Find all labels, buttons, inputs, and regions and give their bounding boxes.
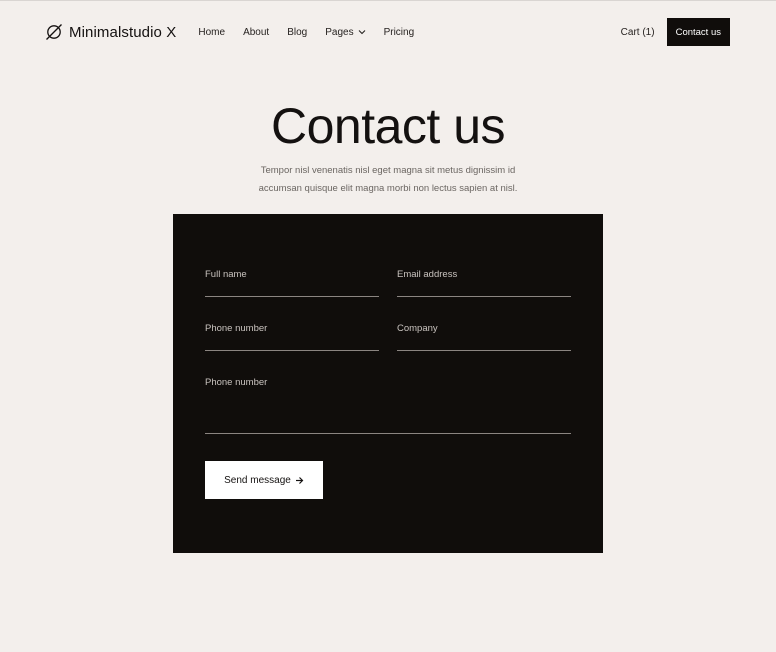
nav-home[interactable]: Home [198, 27, 225, 38]
main-nav: Home About Blog Pages Pricing [198, 27, 414, 38]
site-header: Minimalstudio X Home About Blog Pages Pr… [45, 18, 730, 46]
message-field[interactable]: Phone number [205, 377, 571, 434]
company-label: Company [397, 323, 438, 334]
phone-field[interactable]: Phone number [205, 323, 379, 351]
cart-link[interactable]: Cart (1) [621, 27, 655, 38]
contact-form: Full name Email address Phone number Com… [173, 214, 603, 553]
nav-pricing[interactable]: Pricing [384, 27, 415, 38]
phone-label: Phone number [205, 323, 268, 334]
company-field[interactable]: Company [397, 323, 571, 351]
email-label: Email address [397, 269, 458, 280]
company-input[interactable] [397, 337, 571, 348]
description-line-2: accumsan quisque elit magna morbi non le… [258, 182, 518, 194]
send-message-button[interactable]: Send message [205, 461, 323, 499]
nav-pages-label: Pages [325, 26, 354, 38]
send-message-label: Send message [224, 474, 291, 486]
email-input[interactable] [397, 283, 571, 294]
brand-name: Minimalstudio X [69, 23, 177, 41]
page-title: Contact us [270, 98, 506, 154]
phone-input[interactable] [205, 337, 379, 348]
page-description: Tempor nisl venenatis nisl eget magna si… [238, 162, 538, 197]
full-name-field[interactable]: Full name [205, 269, 379, 297]
chevron-down-icon [358, 28, 366, 36]
description-line-1: Tempor nisl venenatis nisl eget magna si… [260, 165, 516, 176]
contact-page: Minimalstudio X Home About Blog Pages Pr… [0, 0, 776, 652]
nav-about[interactable]: About [243, 27, 269, 38]
nav-pages[interactable]: Pages [325, 27, 365, 38]
full-name-label: Full name [205, 269, 247, 280]
email-field[interactable]: Email address [397, 269, 571, 297]
arrow-right-icon [295, 476, 304, 485]
contact-us-button[interactable]: Contact us [666, 18, 730, 46]
full-name-input[interactable] [205, 283, 379, 294]
brand-logo[interactable]: Minimalstudio X [45, 23, 176, 41]
planet-icon [45, 23, 63, 41]
nav-blog[interactable]: Blog [287, 27, 307, 38]
message-textarea[interactable] [205, 395, 571, 429]
message-label: Phone number [205, 377, 268, 388]
header-actions: Cart (1) Contact us [621, 18, 730, 46]
